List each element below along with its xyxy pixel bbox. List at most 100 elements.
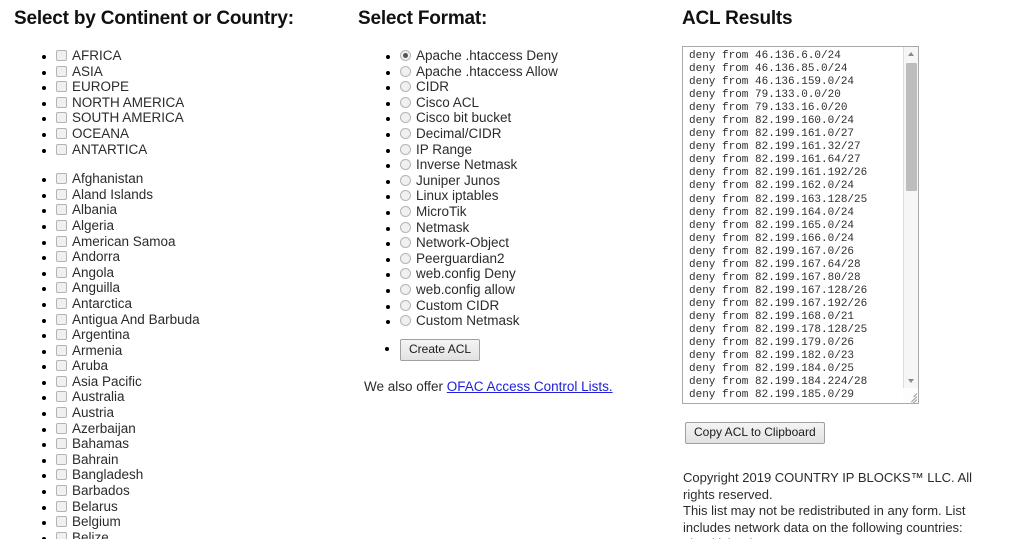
scrollbar-thumb[interactable] [906, 63, 917, 191]
scrollbar-up-arrow[interactable] [904, 47, 918, 61]
continent-checkbox[interactable] [56, 143, 67, 155]
country-item[interactable]: Armenia [56, 343, 354, 359]
format-option-item[interactable]: IP Range [400, 142, 668, 158]
format-option-item[interactable]: web.config allow [400, 282, 668, 298]
continent-item[interactable]: EUROPE [56, 79, 354, 95]
format-option-radio[interactable] [400, 221, 411, 233]
country-item[interactable]: Australia [56, 389, 354, 405]
country-item[interactable]: Bangladesh [56, 467, 354, 483]
format-option-radio[interactable] [400, 127, 411, 139]
country-checkbox[interactable] [56, 344, 67, 356]
format-option-item[interactable]: web.config Deny [400, 266, 668, 282]
country-checkbox[interactable] [56, 422, 67, 434]
format-option-item[interactable]: Peerguardian2 [400, 251, 668, 267]
format-option-radio[interactable] [400, 252, 411, 264]
country-item[interactable]: Belgium [56, 514, 354, 530]
scrollbar-down-arrow[interactable] [904, 374, 918, 388]
country-item[interactable]: Belize [56, 530, 354, 539]
continent-checkbox[interactable] [56, 127, 67, 139]
format-option-item[interactable]: Decimal/CIDR [400, 126, 668, 142]
country-item[interactable]: Azerbaijan [56, 421, 354, 437]
country-item[interactable]: Angola [56, 265, 354, 281]
country-checkbox[interactable] [56, 297, 67, 309]
acl-results-scrollbar[interactable] [903, 47, 918, 403]
format-option-item[interactable]: Network-Object [400, 235, 668, 251]
country-checkbox[interactable] [56, 469, 67, 481]
country-checkbox[interactable] [56, 500, 67, 512]
country-checkbox[interactable] [56, 235, 67, 247]
format-option-item[interactable]: Apache .htaccess Deny [400, 48, 668, 64]
format-option-radio[interactable] [400, 205, 411, 217]
country-checkbox[interactable] [56, 485, 67, 497]
format-option-radio[interactable] [400, 174, 411, 186]
format-option-radio[interactable] [400, 190, 411, 202]
country-checkbox[interactable] [56, 219, 67, 231]
continent-item[interactable]: ANTARTICA [56, 142, 354, 158]
format-option-radio[interactable] [400, 50, 411, 61]
format-option-item[interactable]: Linux iptables [400, 188, 668, 204]
format-option-item[interactable]: CIDR [400, 79, 668, 95]
acl-results-text[interactable]: deny from 46.136.6.0/24 deny from 46.136… [683, 47, 903, 402]
continent-checkbox[interactable] [56, 50, 67, 61]
country-checkbox[interactable] [56, 204, 67, 216]
format-option-radio[interactable] [400, 159, 411, 171]
ofac-access-control-lists-link[interactable]: OFAC Access Control Lists. [447, 379, 613, 394]
format-option-radio[interactable] [400, 143, 411, 155]
format-option-radio[interactable] [400, 237, 411, 249]
format-option-item[interactable]: Cisco bit bucket [400, 110, 668, 126]
country-item[interactable]: Aland Islands [56, 187, 354, 203]
continent-checkbox[interactable] [56, 81, 67, 93]
country-item[interactable]: Antarctica [56, 296, 354, 312]
format-option-radio[interactable] [400, 268, 411, 280]
country-checkbox[interactable] [56, 516, 67, 528]
continent-checkbox[interactable] [56, 112, 67, 124]
country-checkbox[interactable] [56, 251, 67, 263]
continent-item[interactable]: ASIA [56, 64, 354, 80]
country-item[interactable]: Algeria [56, 218, 354, 234]
country-item[interactable]: Bahrain [56, 452, 354, 468]
format-option-radio[interactable] [400, 315, 411, 327]
country-checkbox[interactable] [56, 282, 67, 294]
country-checkbox[interactable] [56, 453, 67, 465]
format-option-radio[interactable] [400, 81, 411, 93]
country-checkbox[interactable] [56, 313, 67, 325]
country-item[interactable]: Andorra [56, 249, 354, 265]
format-option-radio[interactable] [400, 299, 411, 311]
copy-acl-to-clipboard-button[interactable]: Copy ACL to Clipboard [685, 422, 825, 444]
country-item[interactable]: Bahamas [56, 436, 354, 452]
country-checkbox[interactable] [56, 266, 67, 278]
country-item[interactable]: Anguilla [56, 280, 354, 296]
format-option-radio[interactable] [400, 112, 411, 124]
textarea-resize-handle[interactable] [903, 388, 918, 403]
format-option-radio[interactable] [400, 96, 411, 108]
country-item[interactable]: Aruba [56, 358, 354, 374]
country-checkbox[interactable] [56, 438, 67, 450]
country-item[interactable]: Asia Pacific [56, 374, 354, 390]
format-option-item[interactable]: Cisco ACL [400, 95, 668, 111]
continent-item[interactable]: OCEANA [56, 126, 354, 142]
country-checkbox[interactable] [56, 531, 67, 539]
continent-item[interactable]: AFRICA [56, 48, 354, 64]
country-checkbox[interactable] [56, 188, 67, 200]
country-checkbox[interactable] [56, 407, 67, 419]
acl-results-textarea[interactable]: deny from 46.136.6.0/24 deny from 46.136… [682, 46, 919, 404]
country-item[interactable]: Antigua And Barbuda [56, 312, 354, 328]
country-item[interactable]: American Samoa [56, 234, 354, 250]
continent-checkbox[interactable] [56, 65, 67, 77]
continent-item[interactable]: SOUTH AMERICA [56, 110, 354, 126]
continent-item[interactable]: NORTH AMERICA [56, 95, 354, 111]
country-item[interactable]: Austria [56, 405, 354, 421]
country-item[interactable]: Argentina [56, 327, 354, 343]
country-checkbox[interactable] [56, 360, 67, 372]
country-item[interactable]: Albania [56, 202, 354, 218]
format-option-item[interactable]: MicroTik [400, 204, 668, 220]
format-option-item[interactable]: Netmask [400, 220, 668, 236]
continent-checkbox[interactable] [56, 96, 67, 108]
country-item[interactable]: Afghanistan [56, 171, 354, 187]
format-option-item[interactable]: Juniper Junos [400, 173, 668, 189]
country-item[interactable]: Belarus [56, 499, 354, 515]
format-option-item[interactable]: Apache .htaccess Allow [400, 64, 668, 80]
format-option-radio[interactable] [400, 65, 411, 77]
country-checkbox[interactable] [56, 329, 67, 341]
format-option-item[interactable]: Custom CIDR [400, 298, 668, 314]
